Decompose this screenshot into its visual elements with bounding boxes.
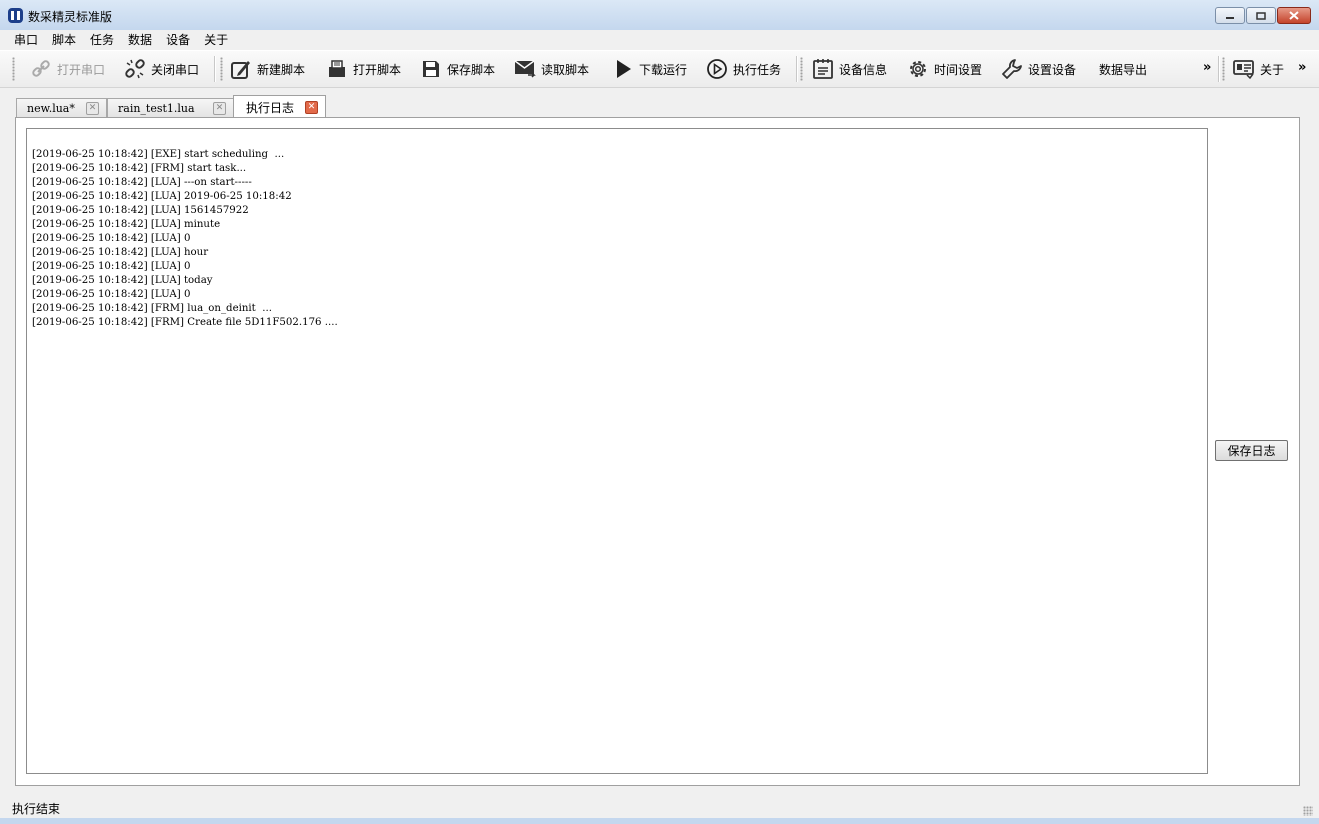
minimize-icon xyxy=(1226,16,1234,19)
title-bar: 数采精灵标准版 xyxy=(0,0,1319,31)
open-file-icon xyxy=(329,60,345,77)
toolbar-grip[interactable] xyxy=(800,57,803,81)
menu-about[interactable]: 关于 xyxy=(197,30,235,50)
data-export-label: 数据导出 xyxy=(1099,62,1148,77)
log-panel: [2019-06-25 10:18:42] [EXE] start schedu… xyxy=(15,117,1300,786)
log-line: [2019-06-25 10:18:42] [LUA] hour xyxy=(32,247,209,258)
resize-grip[interactable] xyxy=(1303,806,1313,816)
menu-data[interactable]: 数据 xyxy=(121,30,159,50)
tab-execution-log[interactable]: 执行日志 ✕ xyxy=(233,95,326,118)
toolbar: 打开串口 关闭串口 新建脚本 打开脚本 保存脚本 读取脚本 下载运行 执行任务 … xyxy=(0,50,1319,88)
device-info-button[interactable]: 设备信息 xyxy=(812,54,887,84)
time-settings-button[interactable]: 时间设置 xyxy=(907,54,982,84)
id-card-icon xyxy=(1233,60,1254,80)
log-line: [2019-06-25 10:18:42] [LUA] 0 xyxy=(32,261,191,272)
gear-icon xyxy=(910,61,926,77)
download-run-label: 下载运行 xyxy=(639,62,688,77)
play-icon xyxy=(617,60,631,78)
close-port-label: 关闭串口 xyxy=(151,62,200,77)
save-log-button[interactable]: 保存日志 xyxy=(1215,440,1288,461)
toolbar-overflow-button[interactable]: » xyxy=(1203,60,1211,75)
tab-label: new.lua* xyxy=(27,101,75,115)
about-label: 关于 xyxy=(1260,62,1285,77)
new-script-button[interactable]: 新建脚本 xyxy=(230,54,305,84)
log-output[interactable]: [2019-06-25 10:18:42] [EXE] start schedu… xyxy=(26,128,1208,774)
read-script-label: 读取脚本 xyxy=(541,62,590,77)
save-icon xyxy=(423,61,439,77)
menu-serial[interactable]: 串口 xyxy=(0,30,45,50)
download-run-button[interactable]: 下载运行 xyxy=(612,54,687,84)
tab-label: 执行日志 xyxy=(246,100,295,115)
toolbar-separator xyxy=(796,56,798,82)
broken-link-icon xyxy=(125,59,145,79)
maximize-button[interactable] xyxy=(1246,7,1276,24)
maximize-icon xyxy=(1256,11,1266,20)
close-tab-icon[interactable]: ✕ xyxy=(86,102,99,115)
open-port-label: 打开串口 xyxy=(57,62,106,77)
menu-task[interactable]: 任务 xyxy=(83,30,121,50)
about-button[interactable]: 关于 xyxy=(1233,54,1284,84)
tab-rain-test1[interactable]: rain_test1.lua ✕ xyxy=(107,98,234,117)
set-device-label: 设置设备 xyxy=(1028,62,1077,77)
tab-new-lua[interactable]: new.lua* ✕ xyxy=(16,98,107,117)
log-line: [2019-06-25 10:18:42] [LUA] ---on start-… xyxy=(32,177,252,188)
run-task-button[interactable]: 执行任务 xyxy=(706,54,781,84)
log-line: [2019-06-25 10:18:42] [EXE] start schedu… xyxy=(32,149,285,160)
log-line: [2019-06-25 10:18:42] [FRM] Create file … xyxy=(32,317,338,328)
read-script-button[interactable]: 读取脚本 xyxy=(514,54,589,84)
clipboard-list-icon xyxy=(813,59,833,79)
minimize-button[interactable] xyxy=(1215,7,1245,24)
time-settings-label: 时间设置 xyxy=(934,62,983,77)
app-logo-icon xyxy=(8,8,23,23)
toolbar-overflow-button-2[interactable]: » xyxy=(1298,60,1306,75)
wrench-icon xyxy=(1002,59,1022,79)
mail-read-icon xyxy=(514,60,536,78)
window-frame xyxy=(0,818,1319,824)
close-tab-icon[interactable]: ✕ xyxy=(305,101,318,114)
log-line: [2019-06-25 10:18:42] [LUA] minute xyxy=(32,219,221,230)
close-icon xyxy=(1289,11,1299,20)
close-window-button[interactable] xyxy=(1277,7,1311,24)
toolbar-separator xyxy=(1218,56,1220,82)
open-script-button[interactable]: 打开脚本 xyxy=(326,54,401,84)
toolbar-grip[interactable] xyxy=(12,57,15,81)
close-port-button[interactable]: 关闭串口 xyxy=(124,54,199,84)
new-document-icon xyxy=(231,61,250,79)
log-line: [2019-06-25 10:18:42] [FRM] start task..… xyxy=(32,163,247,174)
link-icon xyxy=(32,60,50,77)
set-device-button[interactable]: 设置设备 xyxy=(1001,54,1076,84)
save-script-button[interactable]: 保存脚本 xyxy=(420,54,495,84)
play-circle-icon xyxy=(707,59,727,79)
status-text: 执行结束 xyxy=(12,802,61,816)
toolbar-separator xyxy=(214,56,216,82)
log-line: [2019-06-25 10:18:42] [LUA] 1561457922 xyxy=(32,205,249,216)
log-line: [2019-06-25 10:18:42] [LUA] 0 xyxy=(32,233,191,244)
run-task-label: 执行任务 xyxy=(733,62,782,77)
new-script-label: 新建脚本 xyxy=(257,62,306,77)
data-export-button[interactable]: 数据导出 xyxy=(1099,54,1147,84)
toolbar-grip[interactable] xyxy=(220,57,223,81)
log-line: [2019-06-25 10:18:42] [LUA] 2019-06-25 1… xyxy=(32,191,292,202)
save-script-label: 保存脚本 xyxy=(447,62,496,77)
menu-bar: 串口 脚本 任务 数据 设备 关于 xyxy=(0,30,1319,50)
toolbar-grip[interactable] xyxy=(1222,57,1225,81)
device-info-label: 设备信息 xyxy=(839,62,888,77)
window-title: 数采精灵标准版 xyxy=(28,10,113,24)
menu-script[interactable]: 脚本 xyxy=(45,30,83,50)
close-tab-icon[interactable]: ✕ xyxy=(213,102,226,115)
open-port-button[interactable]: 打开串口 xyxy=(30,54,105,84)
open-script-label: 打开脚本 xyxy=(353,62,402,77)
status-bar: 执行结束 xyxy=(0,796,1319,820)
tab-label: rain_test1.lua xyxy=(118,101,195,115)
log-line: [2019-06-25 10:18:42] [FRM] lua_on_deini… xyxy=(32,303,272,314)
menu-device[interactable]: 设备 xyxy=(159,30,197,50)
log-line: [2019-06-25 10:18:42] [LUA] today xyxy=(32,275,213,286)
log-line: [2019-06-25 10:18:42] [LUA] 0 xyxy=(32,289,191,300)
